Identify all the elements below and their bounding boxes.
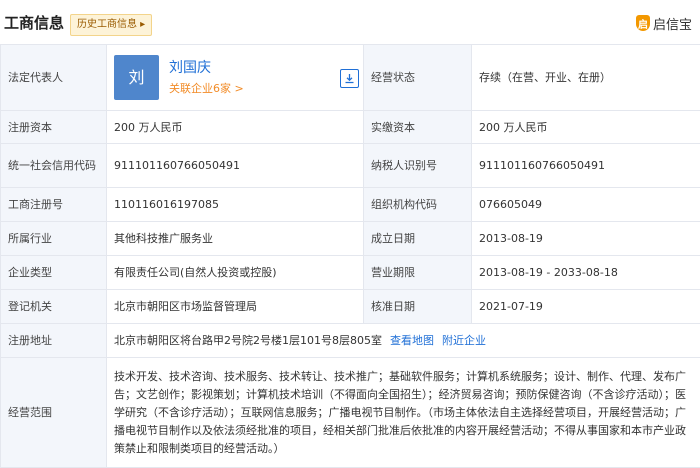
paid-capital-label: 实缴资本 xyxy=(364,111,472,144)
status-label: 经营状态 xyxy=(364,45,472,111)
approval-date-value: 2021-07-19 xyxy=(472,290,700,324)
brand-shield-icon: 启 xyxy=(636,15,650,31)
table-row: 注册资本 200 万人民币 实缴资本 200 万人民币 xyxy=(1,111,700,144)
status-value: 存续（在营、开业、在册） xyxy=(472,45,700,111)
reg-no-label: 工商注册号 xyxy=(1,188,107,222)
industry-value: 其他科技推广服务业 xyxy=(107,222,364,256)
credit-code-value: 91110116076605049​1 xyxy=(107,144,364,188)
brand-name: 启信宝 xyxy=(653,14,692,33)
download-icon[interactable] xyxy=(340,69,359,88)
capital-value: 200 万人民币 xyxy=(107,111,364,144)
founded-value: 2013-08-19 xyxy=(472,222,700,256)
table-row: 注册地址 北京市朝阳区将台路甲2号院2号楼1层101号8层805室查看地图附近企… xyxy=(1,324,700,358)
paid-capital-value: 200 万人民币 xyxy=(472,111,700,144)
company-type-label: 企业类型 xyxy=(1,256,107,290)
credit-code-label: 统一社会信用代码 xyxy=(1,144,107,188)
taxpayer-id-value: 911101160766050491 xyxy=(472,144,700,188)
org-code-value: 076605049 xyxy=(472,188,700,222)
taxpayer-id-label: 纳税人识别号 xyxy=(364,144,472,188)
industry-label: 所属行业 xyxy=(1,222,107,256)
view-map-link[interactable]: 查看地图 xyxy=(390,334,434,347)
section-header: 工商信息 历史工商信息 ▸ 启 启信宝 xyxy=(0,0,700,44)
table-row: 统一社会信用代码 91110116076605049​1 纳税人识别号 9111… xyxy=(1,144,700,188)
scope-label: 经营范围 xyxy=(1,358,107,468)
address-cell: 北京市朝阳区将台路甲2号院2号楼1层101号8层805室查看地图附近企业 xyxy=(107,324,700,358)
term-label: 营业期限 xyxy=(364,256,472,290)
org-code-label: 组织机构代码 xyxy=(364,188,472,222)
legal-rep-name-link[interactable]: 刘国庆 xyxy=(169,58,244,78)
capital-label: 注册资本 xyxy=(1,111,107,144)
company-type-value: 有限责任公司(自然人投资或控股) xyxy=(107,256,364,290)
table-row: 法定代表人 刘 刘国庆 关联企业6家 > 经营状态 存续（在营、开业、在册） xyxy=(1,45,700,111)
reg-no-value: 110116016197085 xyxy=(107,188,364,222)
table-row: 工商注册号 110116016197085 组织机构代码 076605049 xyxy=(1,188,700,222)
section-title: 工商信息 xyxy=(4,12,64,33)
avatar[interactable]: 刘 xyxy=(114,55,159,100)
history-info-button[interactable]: 历史工商信息 ▸ xyxy=(70,14,152,36)
table-row: 经营范围 技术开发、技术咨询、技术服务、技术转让、技术推广；基础软件服务；计算机… xyxy=(1,358,700,468)
authority-value: 北京市朝阳区市场监督管理局 xyxy=(107,290,364,324)
address-value: 北京市朝阳区将台路甲2号院2号楼1层101号8层805室 xyxy=(114,334,382,347)
table-row: 企业类型 有限责任公司(自然人投资或控股) 营业期限 2013-08-19 - … xyxy=(1,256,700,290)
approval-date-label: 核准日期 xyxy=(364,290,472,324)
legal-rep-label: 法定代表人 xyxy=(1,45,107,111)
founded-label: 成立日期 xyxy=(364,222,472,256)
brand-logo: 启 启信宝 xyxy=(636,13,692,33)
business-info-table: 法定代表人 刘 刘国庆 关联企业6家 > 经营状态 存续（在营、开业、在册） 注… xyxy=(0,44,700,468)
term-value: 2013-08-19 - 2033-08-18 xyxy=(472,256,700,290)
legal-rep-cell: 刘 刘国庆 关联企业6家 > xyxy=(107,45,364,111)
business-scope-value: 技术开发、技术咨询、技术服务、技术转让、技术推广；基础软件服务；计算机系统服务；… xyxy=(107,358,700,468)
related-companies-link[interactable]: 关联企业6家 > xyxy=(169,80,244,98)
table-row: 所属行业 其他科技推广服务业 成立日期 2013-08-19 xyxy=(1,222,700,256)
nearby-companies-link[interactable]: 附近企业 xyxy=(442,334,486,347)
table-row: 登记机关 北京市朝阳区市场监督管理局 核准日期 2021-07-19 xyxy=(1,290,700,324)
authority-label: 登记机关 xyxy=(1,290,107,324)
address-label: 注册地址 xyxy=(1,324,107,358)
